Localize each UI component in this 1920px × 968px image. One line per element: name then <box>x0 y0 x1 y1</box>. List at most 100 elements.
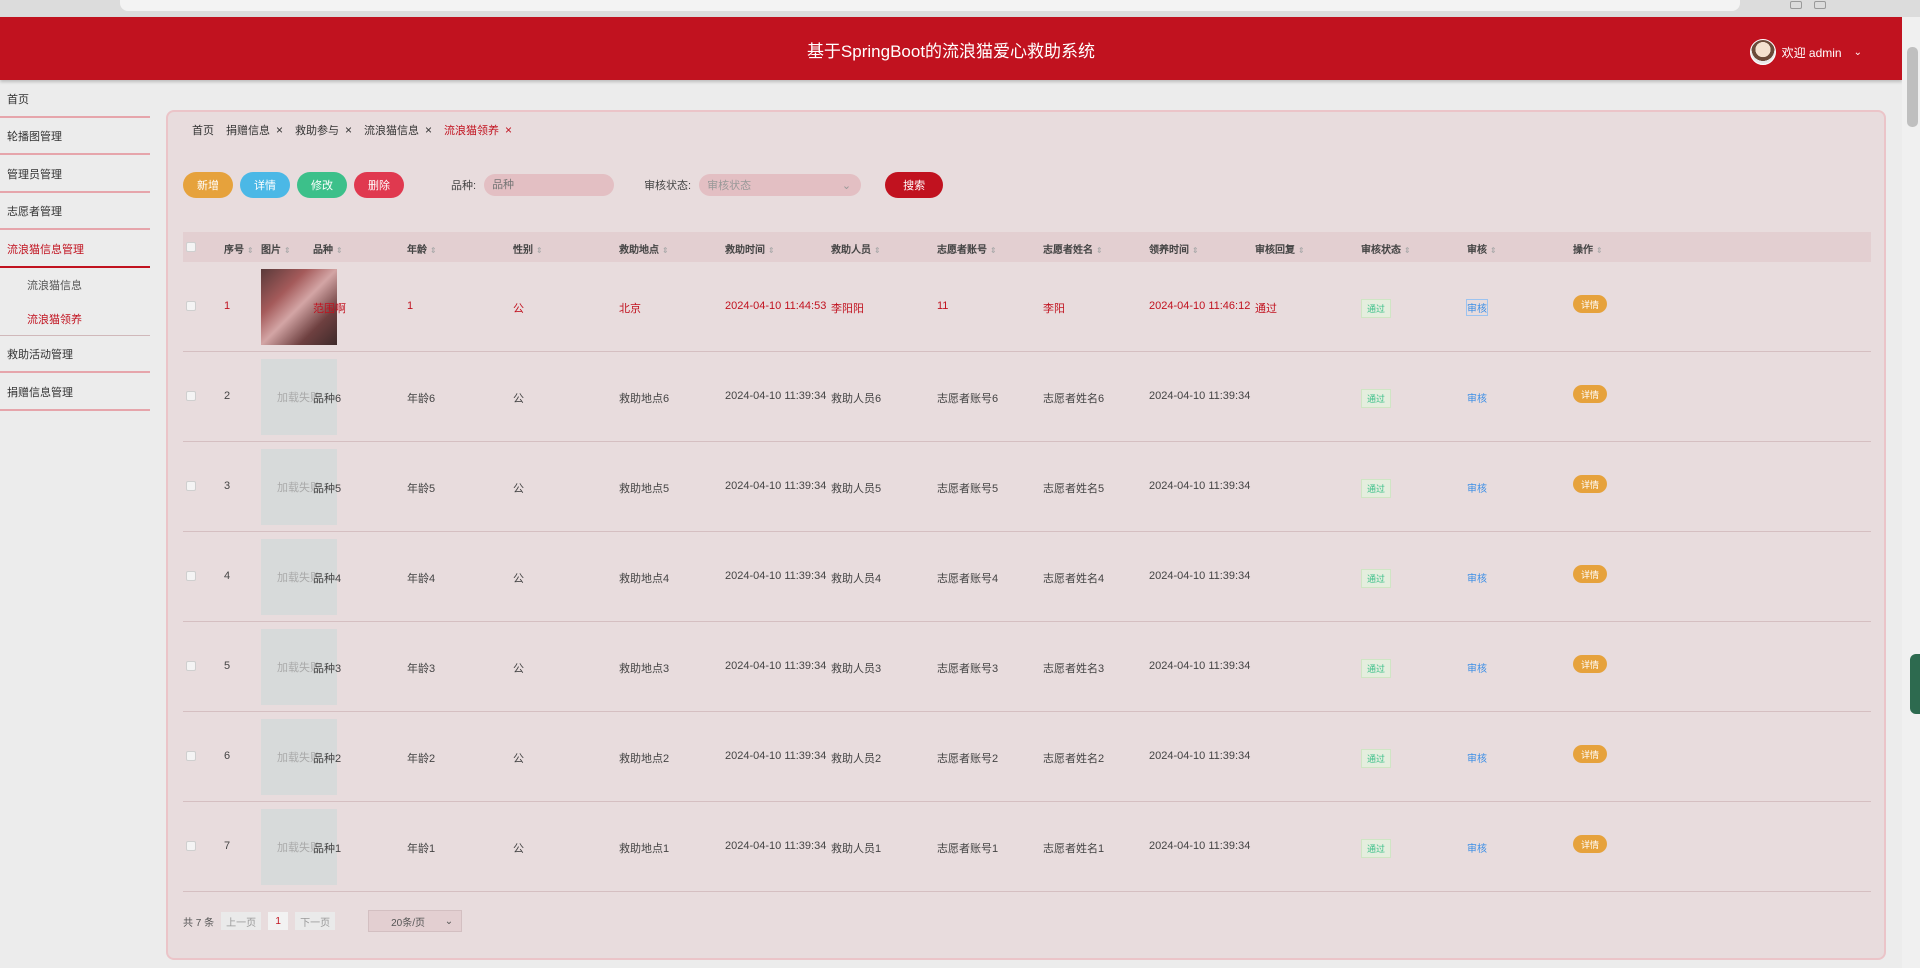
row-checkbox[interactable] <box>186 661 196 671</box>
sort-icon[interactable]: ⇕ <box>990 246 997 255</box>
table-row[interactable]: 5 加载失败 品种3 年龄3 公救助地点3 2024-04-10 11:39:34 救助人员… <box>183 622 1871 712</box>
sort-icon[interactable]: ⇕ <box>662 246 669 255</box>
row-detail-button[interactable]: 详情 <box>1573 835 1608 853</box>
sidebar-item-stray-cats[interactable]: 流浪猫信息管理 <box>0 230 150 268</box>
sort-icon[interactable]: ⇕ <box>247 246 254 255</box>
row-detail-button[interactable]: 详情 <box>1573 745 1608 763</box>
header-col-rescue-time[interactable]: 救助时间 ⇕ <box>725 241 775 256</box>
header-col-age[interactable]: 年龄 ⇕ <box>407 241 437 256</box>
tab-donations[interactable]: 捐赠信息 × <box>226 122 283 138</box>
table-row[interactable]: 3 加载失败 品种5 年龄5 公救助地点5 2024-04-10 11:39:34 救助人员… <box>183 442 1871 532</box>
status-select[interactable]: 审核状态 ⌄ <box>699 174 862 196</box>
search-button[interactable]: 搜索 <box>885 172 944 198</box>
sort-icon[interactable]: ⇕ <box>1490 246 1497 255</box>
window-icon[interactable] <box>1814 1 1826 9</box>
row-checkbox[interactable] <box>186 571 196 581</box>
tab-home[interactable]: 首页 <box>192 122 214 138</box>
header-col-status[interactable]: 审核状态 ⇕ <box>1361 241 1411 256</box>
row-detail-button[interactable]: 详情 <box>1573 295 1608 313</box>
select-all-checkbox[interactable] <box>186 242 196 252</box>
header-col-image[interactable]: 图片 ⇕ <box>261 241 291 256</box>
table-row[interactable]: 6 加载失败 品种2 年龄2 公救助地点2 2024-04-10 11:39:34 救助人员… <box>183 712 1871 802</box>
scrollbar-thumb[interactable] <box>1907 47 1918 127</box>
review-link[interactable]: 审核 <box>1467 840 1487 855</box>
header-col-account[interactable]: 志愿者账号 ⇕ <box>937 241 997 256</box>
row-checkbox[interactable] <box>186 301 196 311</box>
header-col-index[interactable]: 序号 ⇕ <box>224 241 254 256</box>
sort-icon[interactable]: ⇕ <box>284 246 291 255</box>
row-checkbox[interactable] <box>186 481 196 491</box>
header-col-gender[interactable]: 性别 ⇕ <box>513 241 543 256</box>
header-col-breed[interactable]: 品种 ⇕ <box>313 241 343 256</box>
address-bar[interactable] <box>120 0 1740 11</box>
header-col-review[interactable]: 审核 ⇕ <box>1467 241 1497 256</box>
header-col-rescuer[interactable]: 救助人员 ⇕ <box>831 241 881 256</box>
tab-rescue-participation[interactable]: 救助参与 × <box>295 122 352 138</box>
header-col-reply[interactable]: 审核回复 ⇕ <box>1255 241 1305 256</box>
review-link[interactable]: 审核 <box>1467 480 1487 495</box>
header-col-name[interactable]: 志愿者姓名 ⇕ <box>1043 241 1103 256</box>
delete-button[interactable]: 删除 <box>354 172 404 198</box>
row-detail-button[interactable]: 详情 <box>1573 655 1608 673</box>
sort-icon[interactable]: ⇕ <box>1096 246 1103 255</box>
sort-icon[interactable]: ⇕ <box>536 246 543 255</box>
close-icon[interactable]: × <box>425 123 432 137</box>
row-checkbox[interactable] <box>186 751 196 761</box>
sidebar-sub-cat-info[interactable]: 流浪猫信息 <box>0 268 150 302</box>
tab-cat-adoption[interactable]: 流浪猫领养 × <box>444 122 512 138</box>
table-row[interactable]: 7 加载失败 品种1 年龄1 公救助地点1 2024-04-10 11:39:34 救助人员… <box>183 802 1871 892</box>
edit-button[interactable]: 修改 <box>297 172 347 198</box>
review-link[interactable]: 审核 <box>1467 660 1487 675</box>
page-scrollbar[interactable] <box>1902 17 1920 968</box>
row-detail-button[interactable]: 详情 <box>1573 385 1608 403</box>
sidebar-item-carousel[interactable]: 轮播图管理 <box>0 118 150 156</box>
sidebar-sub-cat-adoption[interactable]: 流浪猫领养 <box>0 302 150 336</box>
table-row[interactable]: 4 加载失败 品种4 年龄4 公救助地点4 2024-04-10 11:39:34 救助人员… <box>183 532 1871 622</box>
add-button[interactable]: 新增 <box>183 172 233 198</box>
header-col-action[interactable]: 操作 ⇕ <box>1573 241 1603 256</box>
table-row[interactable]: 2 加载失败 品种6 年龄6 公救助地点6 2024-04-10 11:39:34 救助人员… <box>183 352 1871 442</box>
close-icon[interactable]: × <box>276 123 283 137</box>
breed-input[interactable] <box>484 174 615 196</box>
chevron-down-icon: ⌄ <box>444 915 454 927</box>
sort-icon[interactable]: ⇕ <box>768 246 775 255</box>
sort-icon[interactable]: ⇕ <box>1404 246 1411 255</box>
chevron-down-icon: ⌄ <box>1853 46 1862 58</box>
prev-page-button[interactable]: 上一页 <box>221 912 262 930</box>
row-checkbox[interactable] <box>186 391 196 401</box>
review-link[interactable]: 审核 <box>1466 299 1488 316</box>
sidebar-item-rescue-activities[interactable]: 救助活动管理 <box>0 336 150 374</box>
sort-icon[interactable]: ⇕ <box>1596 246 1603 255</box>
review-link[interactable]: 审核 <box>1467 750 1487 765</box>
table-row[interactable]: 1 范围啊 1 公 北京 2024-04-10 11:44:53 李阳阳 11 李阳 2024-0… <box>183 262 1871 352</box>
sidebar-item-volunteers[interactable]: 志愿者管理 <box>0 193 150 231</box>
review-link[interactable]: 审核 <box>1467 390 1487 405</box>
detail-button[interactable]: 详情 <box>240 172 290 198</box>
row-detail-button[interactable]: 详情 <box>1573 475 1608 493</box>
close-icon[interactable]: × <box>505 123 512 137</box>
extensions-icon[interactable] <box>1790 1 1802 9</box>
tab-cat-info[interactable]: 流浪猫信息 × <box>364 122 432 138</box>
sidebar-item-home[interactable]: 首页 <box>0 80 150 118</box>
page-size-select[interactable]: 20条/页 ⌄ <box>368 910 463 932</box>
row-detail-button[interactable]: 详情 <box>1573 565 1608 583</box>
row-checkbox[interactable] <box>186 841 196 851</box>
review-link[interactable]: 审核 <box>1467 570 1487 585</box>
next-page-button[interactable]: 下一页 <box>295 912 336 930</box>
header-col-adopt-time[interactable]: 领养时间 ⇕ <box>1149 241 1199 256</box>
welcome-text: 欢迎 admin <box>1781 45 1842 60</box>
col-name: 李阳 <box>1043 303 1065 315</box>
user-menu[interactable]: 欢迎 admin ⌄ <box>1749 39 1862 65</box>
sidebar-item-donations[interactable]: 捐赠信息管理 <box>0 373 150 411</box>
sort-icon[interactable]: ⇕ <box>1192 246 1199 255</box>
close-icon[interactable]: × <box>345 123 352 137</box>
sort-icon[interactable]: ⇕ <box>874 246 881 255</box>
sidebar-item-admins[interactable]: 管理员管理 <box>0 155 150 193</box>
sort-icon[interactable]: ⇕ <box>430 246 437 255</box>
col-rescue-time: 2024-04-10 11:39:34 <box>725 570 827 582</box>
sort-icon[interactable]: ⇕ <box>1298 246 1305 255</box>
header-col-place[interactable]: 救助地点 ⇕ <box>619 241 669 256</box>
floating-widget[interactable] <box>1910 654 1920 714</box>
sort-icon[interactable]: ⇕ <box>336 246 343 255</box>
page-number[interactable]: 1 <box>268 912 289 930</box>
